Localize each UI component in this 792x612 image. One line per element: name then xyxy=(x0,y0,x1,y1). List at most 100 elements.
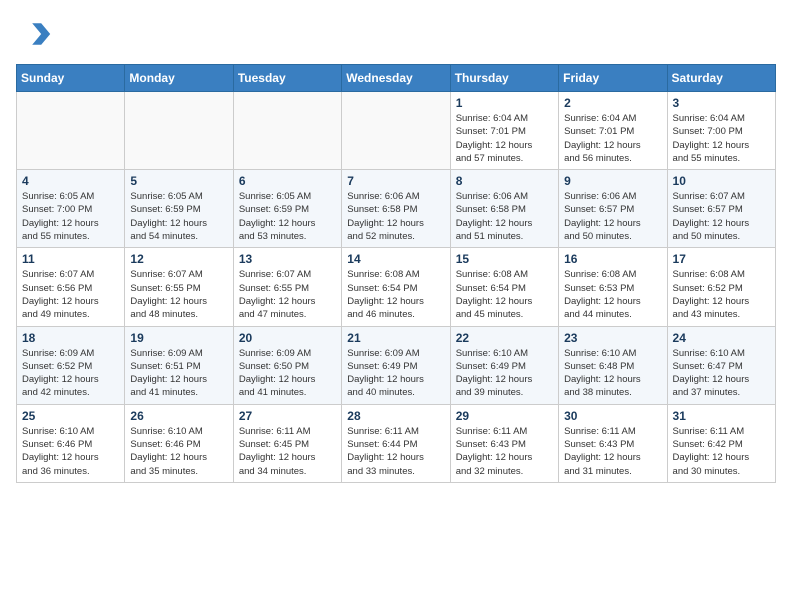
calendar-cell: 10Sunrise: 6:07 AMSunset: 6:57 PMDayligh… xyxy=(667,170,775,248)
calendar-cell: 9 Sunrise: 6:06 AMSunset: 6:57 PMDaylight… xyxy=(559,170,667,248)
day-info: Sunrise: 6:08 AMSunset: 6:52 PMDaylight:… xyxy=(673,268,770,321)
day-number: 22 xyxy=(456,331,553,345)
calendar-body: 1 Sunrise: 6:04 AMSunset: 7:01 PMDaylight… xyxy=(17,92,776,483)
day-number: 12 xyxy=(130,252,227,266)
day-number: 1 xyxy=(456,96,553,110)
calendar-cell: 7 Sunrise: 6:06 AMSunset: 6:58 PMDaylight… xyxy=(342,170,450,248)
day-info: Sunrise: 6:07 AMSunset: 6:55 PMDaylight:… xyxy=(130,268,227,321)
calendar-cell: 15 Sunrise: 6:08 AMSunset: 6:54 PMDayligh… xyxy=(450,248,558,326)
calendar-cell: 2 Sunrise: 6:04 AMSunset: 7:01 PMDaylight… xyxy=(559,92,667,170)
calendar-cell: 24 Sunrise: 6:10 AMSunset: 6:47 PMDayligh… xyxy=(667,326,775,404)
calendar-cell: 1 Sunrise: 6:04 AMSunset: 7:01 PMDaylight… xyxy=(450,92,558,170)
week-row-3: 11 Sunrise: 6:07 AMSunset: 6:56 PMDayligh… xyxy=(17,248,776,326)
day-number: 20 xyxy=(239,331,336,345)
day-info: Sunrise: 6:08 AMSunset: 6:54 PMDaylight:… xyxy=(456,268,553,321)
day-info: Sunrise: 6:05 AMSunset: 6:59 PMDaylight:… xyxy=(130,190,227,243)
day-info: Sunrise: 6:04 AMSunset: 7:00 PMDaylight:… xyxy=(673,112,770,165)
day-number: 23 xyxy=(564,331,661,345)
calendar-cell: 23 Sunrise: 6:10 AMSunset: 6:48 PMDayligh… xyxy=(559,326,667,404)
calendar-cell: 29 Sunrise: 6:11 AMSunset: 6:43 PMDayligh… xyxy=(450,404,558,482)
calendar-cell: 21 Sunrise: 6:09 AMSunset: 6:49 PMDayligh… xyxy=(342,326,450,404)
day-info: Sunrise: 6:08 AMSunset: 6:54 PMDaylight:… xyxy=(347,268,444,321)
day-number: 28 xyxy=(347,409,444,423)
calendar-cell: 12 Sunrise: 6:07 AMSunset: 6:55 PMDayligh… xyxy=(125,248,233,326)
day-number: 3 xyxy=(673,96,770,110)
day-info: Sunrise: 6:10 AMSunset: 6:46 PMDaylight:… xyxy=(130,425,227,478)
week-row-1: 1 Sunrise: 6:04 AMSunset: 7:01 PMDaylight… xyxy=(17,92,776,170)
calendar-cell: 5Sunrise: 6:05 AMSunset: 6:59 PMDaylight… xyxy=(125,170,233,248)
day-info: Sunrise: 6:10 AMSunset: 6:48 PMDaylight:… xyxy=(564,347,661,400)
day-number: 9 xyxy=(564,174,661,188)
day-info: Sunrise: 6:05 AMSunset: 6:59 PMDaylight:… xyxy=(239,190,336,243)
day-number: 19 xyxy=(130,331,227,345)
day-info: Sunrise: 6:07 AMSunset: 6:55 PMDaylight:… xyxy=(239,268,336,321)
calendar-cell: 31Sunrise: 6:11 AMSunset: 6:42 PMDayligh… xyxy=(667,404,775,482)
day-of-week-wednesday: Wednesday xyxy=(342,65,450,92)
day-number: 18 xyxy=(22,331,119,345)
day-info: Sunrise: 6:09 AMSunset: 6:52 PMDaylight:… xyxy=(22,347,119,400)
day-number: 27 xyxy=(239,409,336,423)
calendar-cell xyxy=(17,92,125,170)
day-number: 2 xyxy=(564,96,661,110)
calendar-cell xyxy=(125,92,233,170)
day-of-week-monday: Monday xyxy=(125,65,233,92)
calendar-cell: 13 Sunrise: 6:07 AMSunset: 6:55 PMDayligh… xyxy=(233,248,341,326)
day-of-week-sunday: Sunday xyxy=(17,65,125,92)
calendar-cell: 19 Sunrise: 6:09 AMSunset: 6:51 PMDayligh… xyxy=(125,326,233,404)
day-number: 7 xyxy=(347,174,444,188)
day-info: Sunrise: 6:06 AMSunset: 6:57 PMDaylight:… xyxy=(564,190,661,243)
day-number: 8 xyxy=(456,174,553,188)
logo-icon xyxy=(16,16,52,52)
week-row-4: 18 Sunrise: 6:09 AMSunset: 6:52 PMDayligh… xyxy=(17,326,776,404)
day-info: Sunrise: 6:05 AMSunset: 7:00 PMDaylight:… xyxy=(22,190,119,243)
calendar-cell: 6 Sunrise: 6:05 AMSunset: 6:59 PMDaylight… xyxy=(233,170,341,248)
day-info: Sunrise: 6:09 AMSunset: 6:51 PMDaylight:… xyxy=(130,347,227,400)
day-number: 11 xyxy=(22,252,119,266)
day-info: Sunrise: 6:11 AMSunset: 6:45 PMDaylight:… xyxy=(239,425,336,478)
days-of-week-row: SundayMondayTuesdayWednesdayThursdayFrid… xyxy=(17,65,776,92)
calendar-header: SundayMondayTuesdayWednesdayThursdayFrid… xyxy=(17,65,776,92)
calendar-cell xyxy=(342,92,450,170)
day-of-week-friday: Friday xyxy=(559,65,667,92)
day-number: 26 xyxy=(130,409,227,423)
calendar-cell: 20 Sunrise: 6:09 AMSunset: 6:50 PMDayligh… xyxy=(233,326,341,404)
day-number: 16 xyxy=(564,252,661,266)
day-info: Sunrise: 6:09 AMSunset: 6:49 PMDaylight:… xyxy=(347,347,444,400)
calendar-table: SundayMondayTuesdayWednesdayThursdayFrid… xyxy=(16,64,776,483)
page-header xyxy=(16,16,776,52)
day-info: Sunrise: 6:11 AMSunset: 6:43 PMDaylight:… xyxy=(564,425,661,478)
day-number: 14 xyxy=(347,252,444,266)
day-info: Sunrise: 6:04 AMSunset: 7:01 PMDaylight:… xyxy=(456,112,553,165)
day-info: Sunrise: 6:11 AMSunset: 6:44 PMDaylight:… xyxy=(347,425,444,478)
day-number: 21 xyxy=(347,331,444,345)
calendar-cell: 22Sunrise: 6:10 AMSunset: 6:49 PMDayligh… xyxy=(450,326,558,404)
calendar-cell: 11 Sunrise: 6:07 AMSunset: 6:56 PMDayligh… xyxy=(17,248,125,326)
day-of-week-saturday: Saturday xyxy=(667,65,775,92)
day-info: Sunrise: 6:04 AMSunset: 7:01 PMDaylight:… xyxy=(564,112,661,165)
day-number: 30 xyxy=(564,409,661,423)
calendar-cell: 27 Sunrise: 6:11 AMSunset: 6:45 PMDayligh… xyxy=(233,404,341,482)
day-number: 4 xyxy=(22,174,119,188)
day-info: Sunrise: 6:07 AMSunset: 6:56 PMDaylight:… xyxy=(22,268,119,321)
calendar-cell xyxy=(233,92,341,170)
day-number: 15 xyxy=(456,252,553,266)
calendar-cell: 16Sunrise: 6:08 AMSunset: 6:53 PMDayligh… xyxy=(559,248,667,326)
day-number: 24 xyxy=(673,331,770,345)
day-info: Sunrise: 6:07 AMSunset: 6:57 PMDaylight:… xyxy=(673,190,770,243)
day-info: Sunrise: 6:06 AMSunset: 6:58 PMDaylight:… xyxy=(456,190,553,243)
week-row-2: 4 Sunrise: 6:05 AMSunset: 7:00 PMDaylight… xyxy=(17,170,776,248)
day-number: 29 xyxy=(456,409,553,423)
day-number: 31 xyxy=(673,409,770,423)
day-info: Sunrise: 6:06 AMSunset: 6:58 PMDaylight:… xyxy=(347,190,444,243)
day-info: Sunrise: 6:09 AMSunset: 6:50 PMDaylight:… xyxy=(239,347,336,400)
calendar-cell: 8 Sunrise: 6:06 AMSunset: 6:58 PMDaylight… xyxy=(450,170,558,248)
day-info: Sunrise: 6:11 AMSunset: 6:43 PMDaylight:… xyxy=(456,425,553,478)
logo xyxy=(16,16,56,52)
day-number: 17 xyxy=(673,252,770,266)
day-number: 13 xyxy=(239,252,336,266)
calendar-cell: 25Sunrise: 6:10 AMSunset: 6:46 PMDayligh… xyxy=(17,404,125,482)
day-info: Sunrise: 6:10 AMSunset: 6:47 PMDaylight:… xyxy=(673,347,770,400)
week-row-5: 25Sunrise: 6:10 AMSunset: 6:46 PMDayligh… xyxy=(17,404,776,482)
calendar-cell: 17 Sunrise: 6:08 AMSunset: 6:52 PMDayligh… xyxy=(667,248,775,326)
day-number: 6 xyxy=(239,174,336,188)
